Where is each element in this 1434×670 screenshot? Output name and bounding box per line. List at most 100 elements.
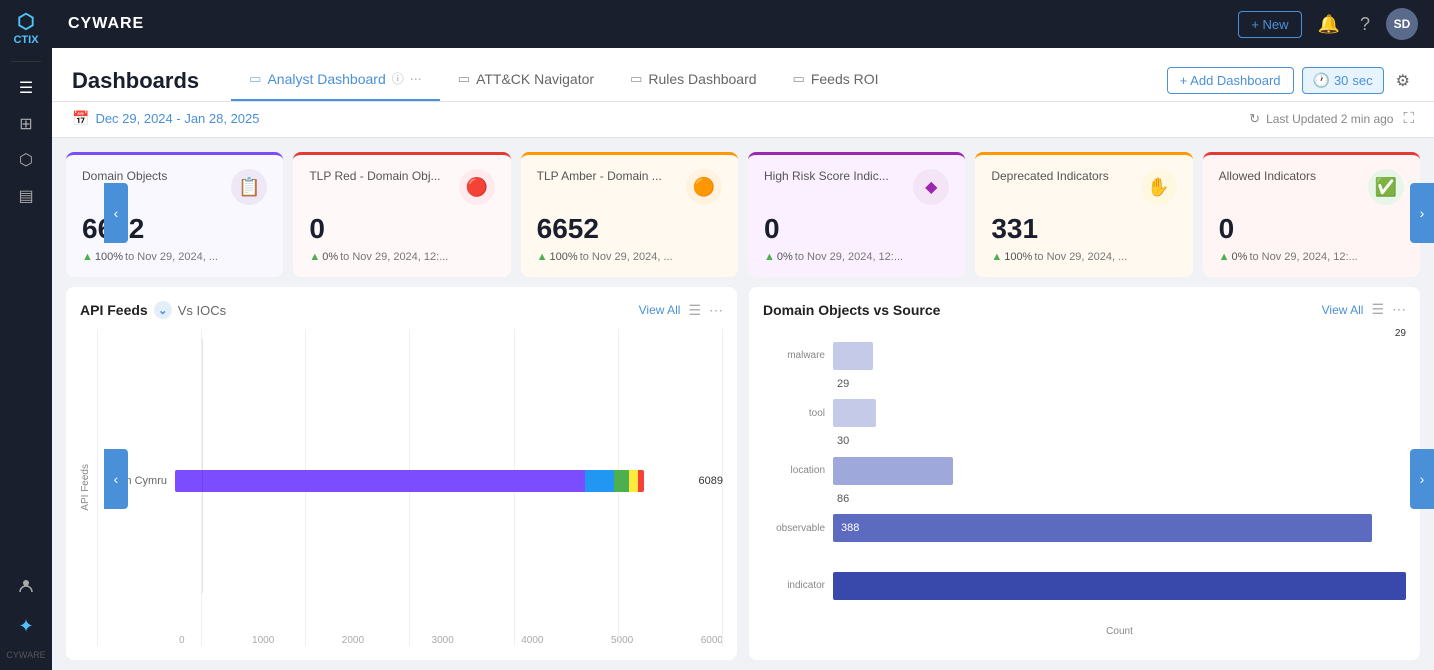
hbar-value-malware: 29 xyxy=(837,378,849,390)
bar-segment-green xyxy=(614,470,629,492)
api-feeds-table-icon[interactable]: ☰ xyxy=(688,302,701,319)
trend-label-2: to Nov 29, 2024, 12:... xyxy=(340,251,448,263)
tab-label-feeds: Feeds ROI xyxy=(811,71,879,87)
bar-segment-yellow xyxy=(629,470,638,492)
help-icon[interactable]: ? xyxy=(1356,10,1374,39)
domain-objects-more-icon[interactable]: ⋯ xyxy=(1392,301,1406,318)
tab-icon-attack: ▭ xyxy=(458,71,470,87)
domain-objects-chart-actions: View All ☰ ⋯ xyxy=(1322,301,1406,318)
card-header-3: TLP Amber - Domain ... 🟠 xyxy=(537,169,722,205)
card-trend-4: ▲ 0% to Nov 29, 2024, 12:... xyxy=(764,251,949,263)
hbar-row-location: location 86 xyxy=(763,452,1406,490)
tab-feeds-roi[interactable]: ▭ Feeds ROI xyxy=(775,61,897,101)
trend-pct-4: 0% xyxy=(777,251,793,263)
notification-icon[interactable]: 🔔 xyxy=(1314,10,1344,39)
sidebar-item-menu[interactable]: ☰ xyxy=(8,70,44,106)
user-avatar[interactable]: SD xyxy=(1386,8,1418,40)
api-feeds-title-text: API Feeds xyxy=(80,302,148,318)
hbar-track-indicator xyxy=(833,572,1406,600)
tab-icon-feeds: ▭ xyxy=(793,71,805,87)
brand-name: CYWARE xyxy=(68,15,144,33)
tab-more-icon[interactable]: ⋯ xyxy=(410,72,422,86)
last-updated-label: Last Updated 2 min ago xyxy=(1266,112,1393,126)
trend-arrow-4: ▲ xyxy=(764,251,775,263)
dashboard-header: Dashboards ▭ Analyst Dashboard ⓘ ⋯ ▭ ATT… xyxy=(52,48,1434,102)
trend-label-1: to Nov 29, 2024, ... xyxy=(125,251,218,263)
hbar-value-location: 86 xyxy=(837,493,849,505)
sidebar-item-network[interactable]: ⬡ xyxy=(8,142,44,178)
domain-objects-table-icon[interactable]: ☰ xyxy=(1371,301,1384,318)
hbar-value-tool: 30 xyxy=(837,435,849,447)
charts-wrapper: API Feeds ⌄ Vs IOCs View All ☰ ⋯ API Fee… xyxy=(52,287,1434,670)
trend-label-3: to Nov 29, 2024, ... xyxy=(580,251,673,263)
sidebar-item-user[interactable] xyxy=(8,568,44,604)
bar-count-team-cymru: 6089 xyxy=(699,475,723,487)
new-button[interactable]: + New xyxy=(1238,11,1301,38)
domain-objects-chart-title: Domain Objects vs Source xyxy=(763,302,940,318)
cards-nav-right[interactable]: › xyxy=(1410,183,1434,243)
api-feeds-dropdown-icon[interactable]: ⌄ xyxy=(154,301,172,319)
sidebar-brand-label: CYWARE xyxy=(6,650,45,660)
trend-arrow-1: ▲ xyxy=(82,251,93,263)
tab-label-analyst: Analyst Dashboard xyxy=(267,71,385,87)
trend-pct-2: 0% xyxy=(322,251,338,263)
card-title-5: Deprecated Indicators xyxy=(991,169,1108,185)
card-trend-1: ▲ 100% to Nov 29, 2024, ... xyxy=(82,251,267,263)
sidebar-divider xyxy=(11,61,41,62)
card-title-4: High Risk Score Indic... xyxy=(764,169,889,185)
domain-objects-bars-container: 29 malware 29 tool xyxy=(763,328,1406,646)
card-value-6: 0 xyxy=(1219,213,1404,245)
card-title-6: Allowed Indicators xyxy=(1219,169,1316,185)
hbar-fill-observable: 388 xyxy=(833,514,1372,542)
tab-label-rules: Rules Dashboard xyxy=(648,71,756,87)
sidebar-item-ctix[interactable]: ✦ xyxy=(8,608,44,644)
stat-card-tlp-red: TLP Red - Domain Obj... 🔴 0 ▲ 0% to Nov … xyxy=(293,152,510,277)
bar-segment-purple xyxy=(175,470,585,492)
stat-card-tlp-amber: TLP Amber - Domain ... 🟠 6652 ▲ 100% to … xyxy=(521,152,738,277)
card-trend-6: ▲ 0% to Nov 29, 2024, 12:... xyxy=(1219,251,1404,263)
card-trend-3: ▲ 100% to Nov 29, 2024, ... xyxy=(537,251,722,263)
api-feeds-chart-inner: Team Cymru xyxy=(97,329,723,646)
date-range-picker[interactable]: 📅 Dec 29, 2024 - Jan 28, 2025 xyxy=(72,110,260,127)
trend-pct-6: 0% xyxy=(1232,251,1248,263)
tab-rules-dashboard[interactable]: ▭ Rules Dashboard xyxy=(612,61,774,101)
add-dashboard-button[interactable]: + Add Dashboard xyxy=(1167,67,1294,94)
dashboard-settings-icon[interactable]: ⚙ xyxy=(1392,67,1414,95)
timer-value: 30 xyxy=(1334,73,1348,88)
stat-card-high-risk: High Risk Score Indic... ◆ 0 ▲ 0% to Nov… xyxy=(748,152,965,277)
hbar-row-malware: malware 29 xyxy=(763,337,1406,375)
domain-objects-right-label: 29 xyxy=(1395,328,1406,339)
expand-icon[interactable]: ⛶ xyxy=(1403,110,1414,127)
hbar-track-observable: 388 xyxy=(833,514,1406,542)
tab-icon-analyst: ▭ xyxy=(249,71,261,87)
charts-nav-left[interactable]: ‹ xyxy=(104,449,128,509)
charts-nav-right[interactable]: › xyxy=(1410,449,1434,509)
hbar-row-tool: tool 30 xyxy=(763,394,1406,432)
cards-nav-left[interactable]: ‹ xyxy=(104,183,128,243)
card-icon-2: 🔴 xyxy=(459,169,495,205)
api-feeds-view-all[interactable]: View All xyxy=(639,303,681,317)
tab-info-icon: ⓘ xyxy=(392,70,404,87)
hbar-label-indicator: indicator xyxy=(763,580,833,591)
sidebar-item-chart[interactable]: ▤ xyxy=(8,178,44,214)
dashboards-title: Dashboards xyxy=(72,68,199,94)
tab-attack-navigator[interactable]: ▭ ATT&CK Navigator xyxy=(440,61,612,101)
hbar-label-location: location xyxy=(763,465,833,476)
dashboard-tabs: ▭ Analyst Dashboard ⓘ ⋯ ▭ ATT&CK Navigat… xyxy=(231,60,1167,101)
api-feeds-more-icon[interactable]: ⋯ xyxy=(709,302,723,319)
stat-card-domain-objects: Domain Objects 📋 6652 ▲ 100% to Nov 29, … xyxy=(66,152,283,277)
cursor-indicator xyxy=(202,339,203,593)
topbar-actions: + New 🔔 ? SD xyxy=(1238,8,1418,40)
domain-objects-view-all[interactable]: View All xyxy=(1322,303,1364,317)
card-header-4: High Risk Score Indic... ◆ xyxy=(764,169,949,205)
tab-analyst-dashboard[interactable]: ▭ Analyst Dashboard ⓘ ⋯ xyxy=(231,60,440,101)
sidebar-item-home[interactable]: ⊞ xyxy=(8,106,44,142)
sidebar-logo: ⬡ CTIX xyxy=(13,10,38,47)
cards-wrapper: ‹ Domain Objects 📋 6652 ▲ 100% to Nov 29… xyxy=(52,138,1434,287)
card-title-3: TLP Amber - Domain ... xyxy=(537,169,662,185)
card-title-2: TLP Red - Domain Obj... xyxy=(309,169,440,185)
hbar-label-tool: tool xyxy=(763,408,833,419)
date-range-label: Dec 29, 2024 - Jan 28, 2025 xyxy=(95,111,259,126)
timer-badge[interactable]: 🕐 30 sec xyxy=(1302,67,1384,94)
bar-fill-team-cymru xyxy=(175,470,644,492)
